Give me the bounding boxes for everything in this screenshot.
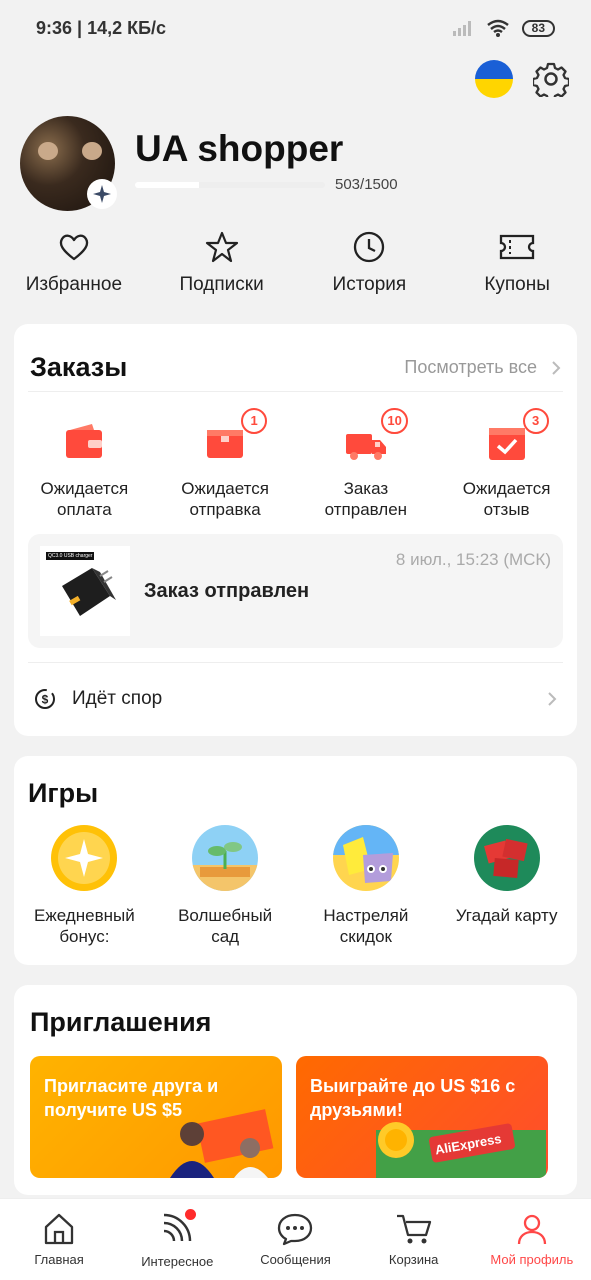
dispute-dollar-icon: $ (35, 688, 55, 709)
chevron-right-icon (552, 360, 561, 375)
bottom-navigation: Главная Интересное Сообщения Корзина Мой… (0, 1198, 591, 1280)
status-time: 9:36 | 14,2 КБ/с (36, 17, 167, 38)
gear-icon[interactable] (533, 61, 569, 97)
nav-my-profile[interactable]: Мой профиль (477, 1212, 587, 1267)
count-badge: 3 (522, 408, 549, 434)
awaiting-shipment[interactable]: 1 Ожидается отправка (165, 408, 285, 520)
count-badge: 1 (241, 408, 268, 434)
product-thumbnail: QC3.0 USB charger (40, 546, 130, 636)
dispute-label: Идёт спор (72, 687, 163, 709)
clock-icon (354, 231, 385, 263)
cart-icon (396, 1214, 431, 1244)
quick-links: Избранное Подписки История Купоны (0, 230, 591, 296)
shipped-order-time: 8 июл., 15:23 (МСК) (395, 550, 551, 569)
level-badge-icon (87, 179, 117, 209)
coupons-link[interactable]: Купоны (447, 230, 587, 296)
level-progress: 503/1500 (135, 176, 398, 193)
avatar[interactable] (20, 116, 117, 211)
win-with-friends-banner[interactable]: Выиграйте до US $16 с друзьями! AliExpre… (296, 1056, 548, 1178)
user-icon (517, 1214, 546, 1245)
magic-garden-game[interactable]: Волшебный сад (160, 825, 290, 947)
view-all-orders-link[interactable]: Посмотреть все (404, 357, 561, 378)
games-card: Игры Ежедневный бонус: Волшебный сад Нас… (14, 756, 577, 965)
games-title: Игры (28, 778, 99, 808)
username: UA shopper (135, 128, 344, 169)
heart-icon (59, 234, 89, 261)
nav-home[interactable]: Главная (4, 1212, 114, 1267)
notification-dot (185, 1208, 197, 1220)
chat-icon (278, 1213, 313, 1246)
coupon-icon (499, 234, 535, 260)
dispute-row[interactable]: $ Идёт спор (28, 662, 563, 734)
sprout-icon (192, 825, 259, 891)
shoot-discounts-game[interactable]: Настреляй скидок (301, 825, 431, 947)
orders-header: Заказы Посмотреть все (28, 324, 563, 392)
history-link[interactable]: История (299, 230, 439, 296)
invites-card: Приглашения Пригласите друга и получите … (14, 985, 577, 1195)
svg-text:$: $ (42, 692, 49, 706)
shooter-characters-icon (332, 825, 399, 891)
invite-banners: Пригласите друга и получите US $5 Выигра… (14, 1038, 577, 1178)
subscriptions-link[interactable]: Подписки (152, 230, 292, 296)
shipped-order-item[interactable]: QC3.0 USB charger Заказ отправлен 8 июл.… (28, 534, 563, 648)
games-list: Ежедневный бонус: Волшебный сад Настреля… (14, 809, 577, 947)
invites-title: Приглашения (30, 1007, 212, 1037)
daily-bonus-icon (51, 825, 118, 891)
chevron-right-icon (548, 691, 557, 706)
orders-title: Заказы (30, 352, 128, 382)
top-actions (475, 60, 569, 98)
progress-text: 503/1500 (335, 176, 398, 193)
guess-card-game[interactable]: Угадай карту (442, 825, 572, 947)
review-check-icon (488, 428, 525, 460)
box-icon (207, 430, 244, 458)
nav-cart[interactable]: Корзина (359, 1212, 469, 1267)
orders-card: Заказы Посмотреть все Ожидается оплата 1… (14, 324, 577, 736)
progress-bar (135, 181, 325, 188)
cards-icon (473, 825, 540, 891)
ukraine-flag-icon[interactable] (475, 60, 513, 98)
profile-header: UA shopper 503/1500 (20, 116, 398, 211)
awaiting-review[interactable]: 3 Ожидается отзыв (447, 408, 567, 520)
wifi-icon (486, 19, 509, 37)
nav-messages[interactable]: Сообщения (240, 1212, 350, 1267)
order-statuses: Ожидается оплата 1 Ожидается отправка 10… (14, 392, 577, 520)
star-icon (205, 231, 238, 263)
shipped-order-title: Заказ отправлен (144, 579, 310, 602)
status-bar: 9:36 | 14,2 КБ/с 83 (0, 0, 591, 56)
nav-interesting[interactable]: Интересное (122, 1208, 232, 1269)
status-icons: 83 (452, 19, 555, 37)
count-badge: 10 (381, 408, 408, 434)
awaiting-payment[interactable]: Ожидается оплата (24, 420, 144, 520)
invite-friend-banner[interactable]: Пригласите друга и получите US $5 (30, 1056, 282, 1178)
battery-indicator: 83 (521, 19, 555, 37)
daily-bonus-game[interactable]: Ежедневный бонус: (19, 825, 149, 947)
wallet-icon (66, 424, 103, 458)
order-shipped[interactable]: 10 Заказ отправлен (306, 408, 426, 520)
favorites-link[interactable]: Избранное (4, 230, 144, 296)
home-icon (44, 1213, 74, 1245)
signal-icon (452, 21, 471, 36)
